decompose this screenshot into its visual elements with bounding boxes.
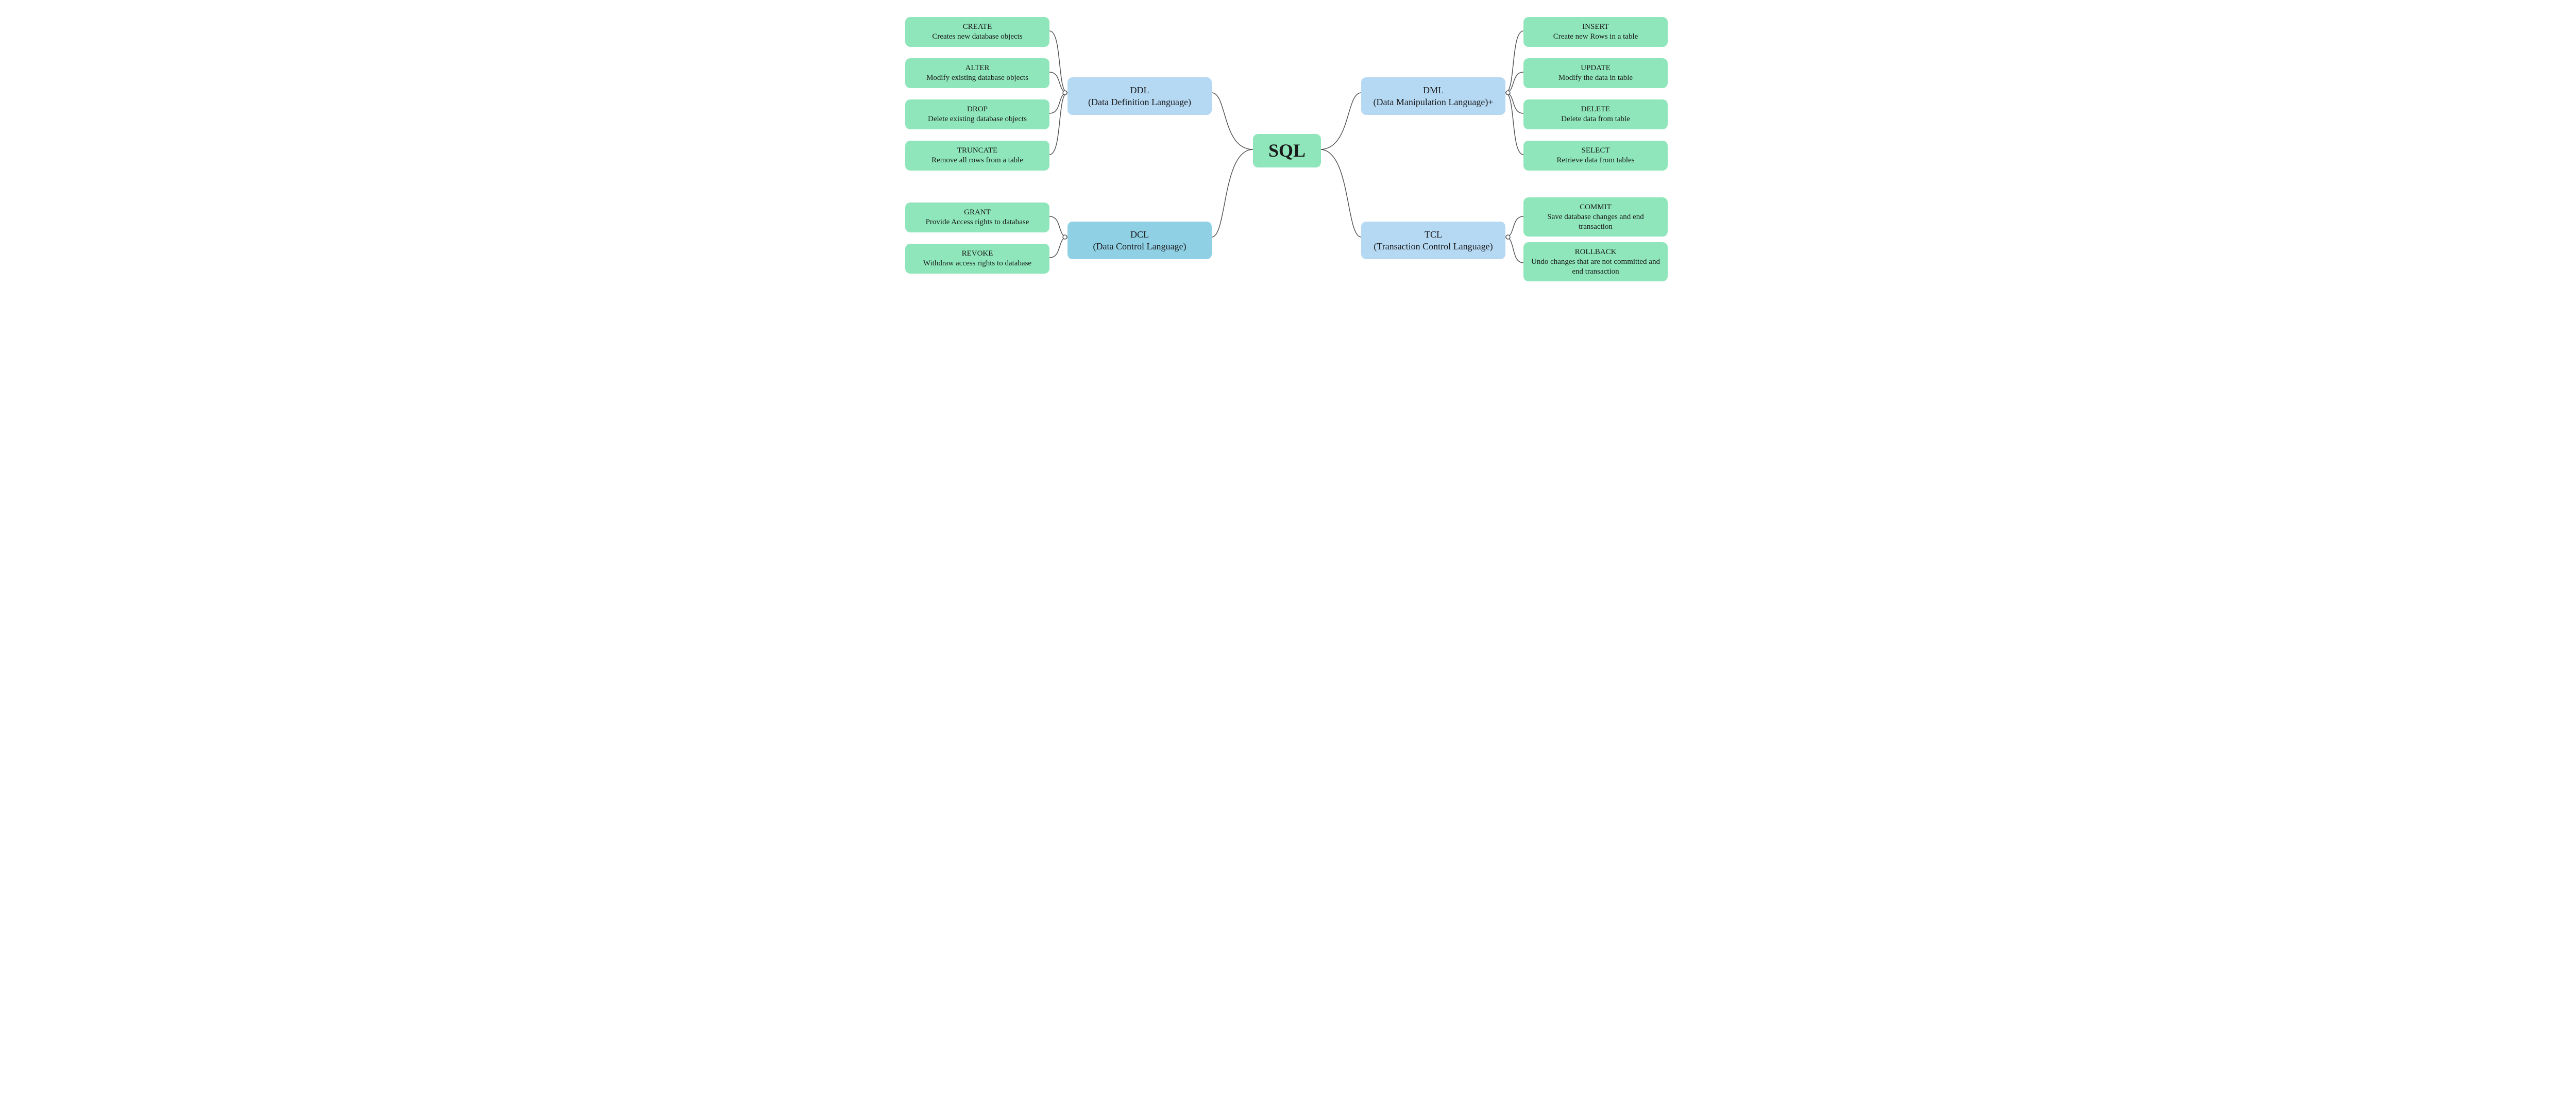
category-node-dml[interactable]: DML (Data Manipulation Language)+	[1361, 77, 1505, 115]
leaf-title: DROP	[967, 105, 988, 114]
leaf-desc: Save database changes and end transactio…	[1531, 212, 1660, 232]
leaf-node-drop[interactable]: DROPDelete existing database objects	[905, 99, 1049, 129]
category-title: DCL	[1130, 229, 1149, 241]
leaf-title: ROLLBACK	[1575, 247, 1617, 257]
leaf-title: INSERT	[1582, 22, 1609, 32]
category-subtitle: (Data Manipulation Language)+	[1373, 96, 1493, 108]
leaf-node-rollback[interactable]: ROLLBACKUndo changes that are not commit…	[1523, 242, 1668, 281]
leaf-title: UPDATE	[1581, 63, 1611, 73]
category-title: TCL	[1425, 229, 1442, 241]
category-subtitle: (Data Control Language)	[1093, 241, 1187, 252]
leaf-title: ALTER	[965, 63, 990, 73]
leaf-node-revoke[interactable]: REVOKEWithdraw access rights to database	[905, 244, 1049, 274]
leaf-desc: Retrieve data from tables	[1556, 156, 1634, 165]
leaf-desc: Modify the data in table	[1558, 73, 1633, 83]
leaf-title: REVOKE	[962, 249, 993, 259]
leaf-title: SELECT	[1582, 146, 1610, 156]
leaf-desc: Undo changes that are not committed and …	[1531, 257, 1660, 277]
root-label: SQL	[1268, 139, 1306, 162]
leaf-title: GRANT	[964, 208, 991, 217]
root-node-sql[interactable]: SQL	[1253, 134, 1321, 167]
category-subtitle: (Transaction Control Language)	[1374, 241, 1493, 252]
leaf-desc: Create new Rows in a table	[1553, 32, 1638, 42]
leaf-node-commit[interactable]: COMMITSave database changes and end tran…	[1523, 197, 1668, 237]
leaf-desc: Delete data from table	[1561, 114, 1630, 124]
leaf-desc: Delete existing database objects	[928, 114, 1027, 124]
leaf-node-delete[interactable]: DELETEDelete data from table	[1523, 99, 1668, 129]
category-title: DML	[1423, 85, 1444, 96]
leaf-node-truncate[interactable]: TRUNCATERemove all rows from a table	[905, 141, 1049, 171]
leaf-desc: Creates new database objects	[932, 32, 1022, 42]
leaf-node-create[interactable]: CREATECreates new database objects	[905, 17, 1049, 47]
leaf-node-select[interactable]: SELECTRetrieve data from tables	[1523, 141, 1668, 171]
mindmap-canvas: SQL DDL (Data Definition Language) DCL (…	[892, 0, 1684, 297]
leaf-title: TRUNCATE	[957, 146, 997, 156]
leaf-node-update[interactable]: UPDATEModify the data in table	[1523, 58, 1668, 88]
leaf-desc: Modify existing database objects	[926, 73, 1028, 83]
leaf-title: DELETE	[1581, 105, 1611, 114]
leaf-desc: Remove all rows from a table	[931, 156, 1023, 165]
leaf-node-alter[interactable]: ALTERModify existing database objects	[905, 58, 1049, 88]
category-node-ddl[interactable]: DDL (Data Definition Language)	[1067, 77, 1212, 115]
leaf-title: COMMIT	[1580, 203, 1612, 212]
category-node-tcl[interactable]: TCL (Transaction Control Language)	[1361, 222, 1505, 259]
category-title: DDL	[1130, 85, 1149, 96]
leaf-node-insert[interactable]: INSERTCreate new Rows in a table	[1523, 17, 1668, 47]
leaf-desc: Provide Access rights to database	[926, 217, 1029, 227]
leaf-title: CREATE	[963, 22, 992, 32]
leaf-node-grant[interactable]: GRANTProvide Access rights to database	[905, 203, 1049, 232]
leaf-desc: Withdraw access rights to database	[923, 259, 1031, 268]
category-node-dcl[interactable]: DCL (Data Control Language)	[1067, 222, 1212, 259]
category-subtitle: (Data Definition Language)	[1088, 96, 1191, 108]
